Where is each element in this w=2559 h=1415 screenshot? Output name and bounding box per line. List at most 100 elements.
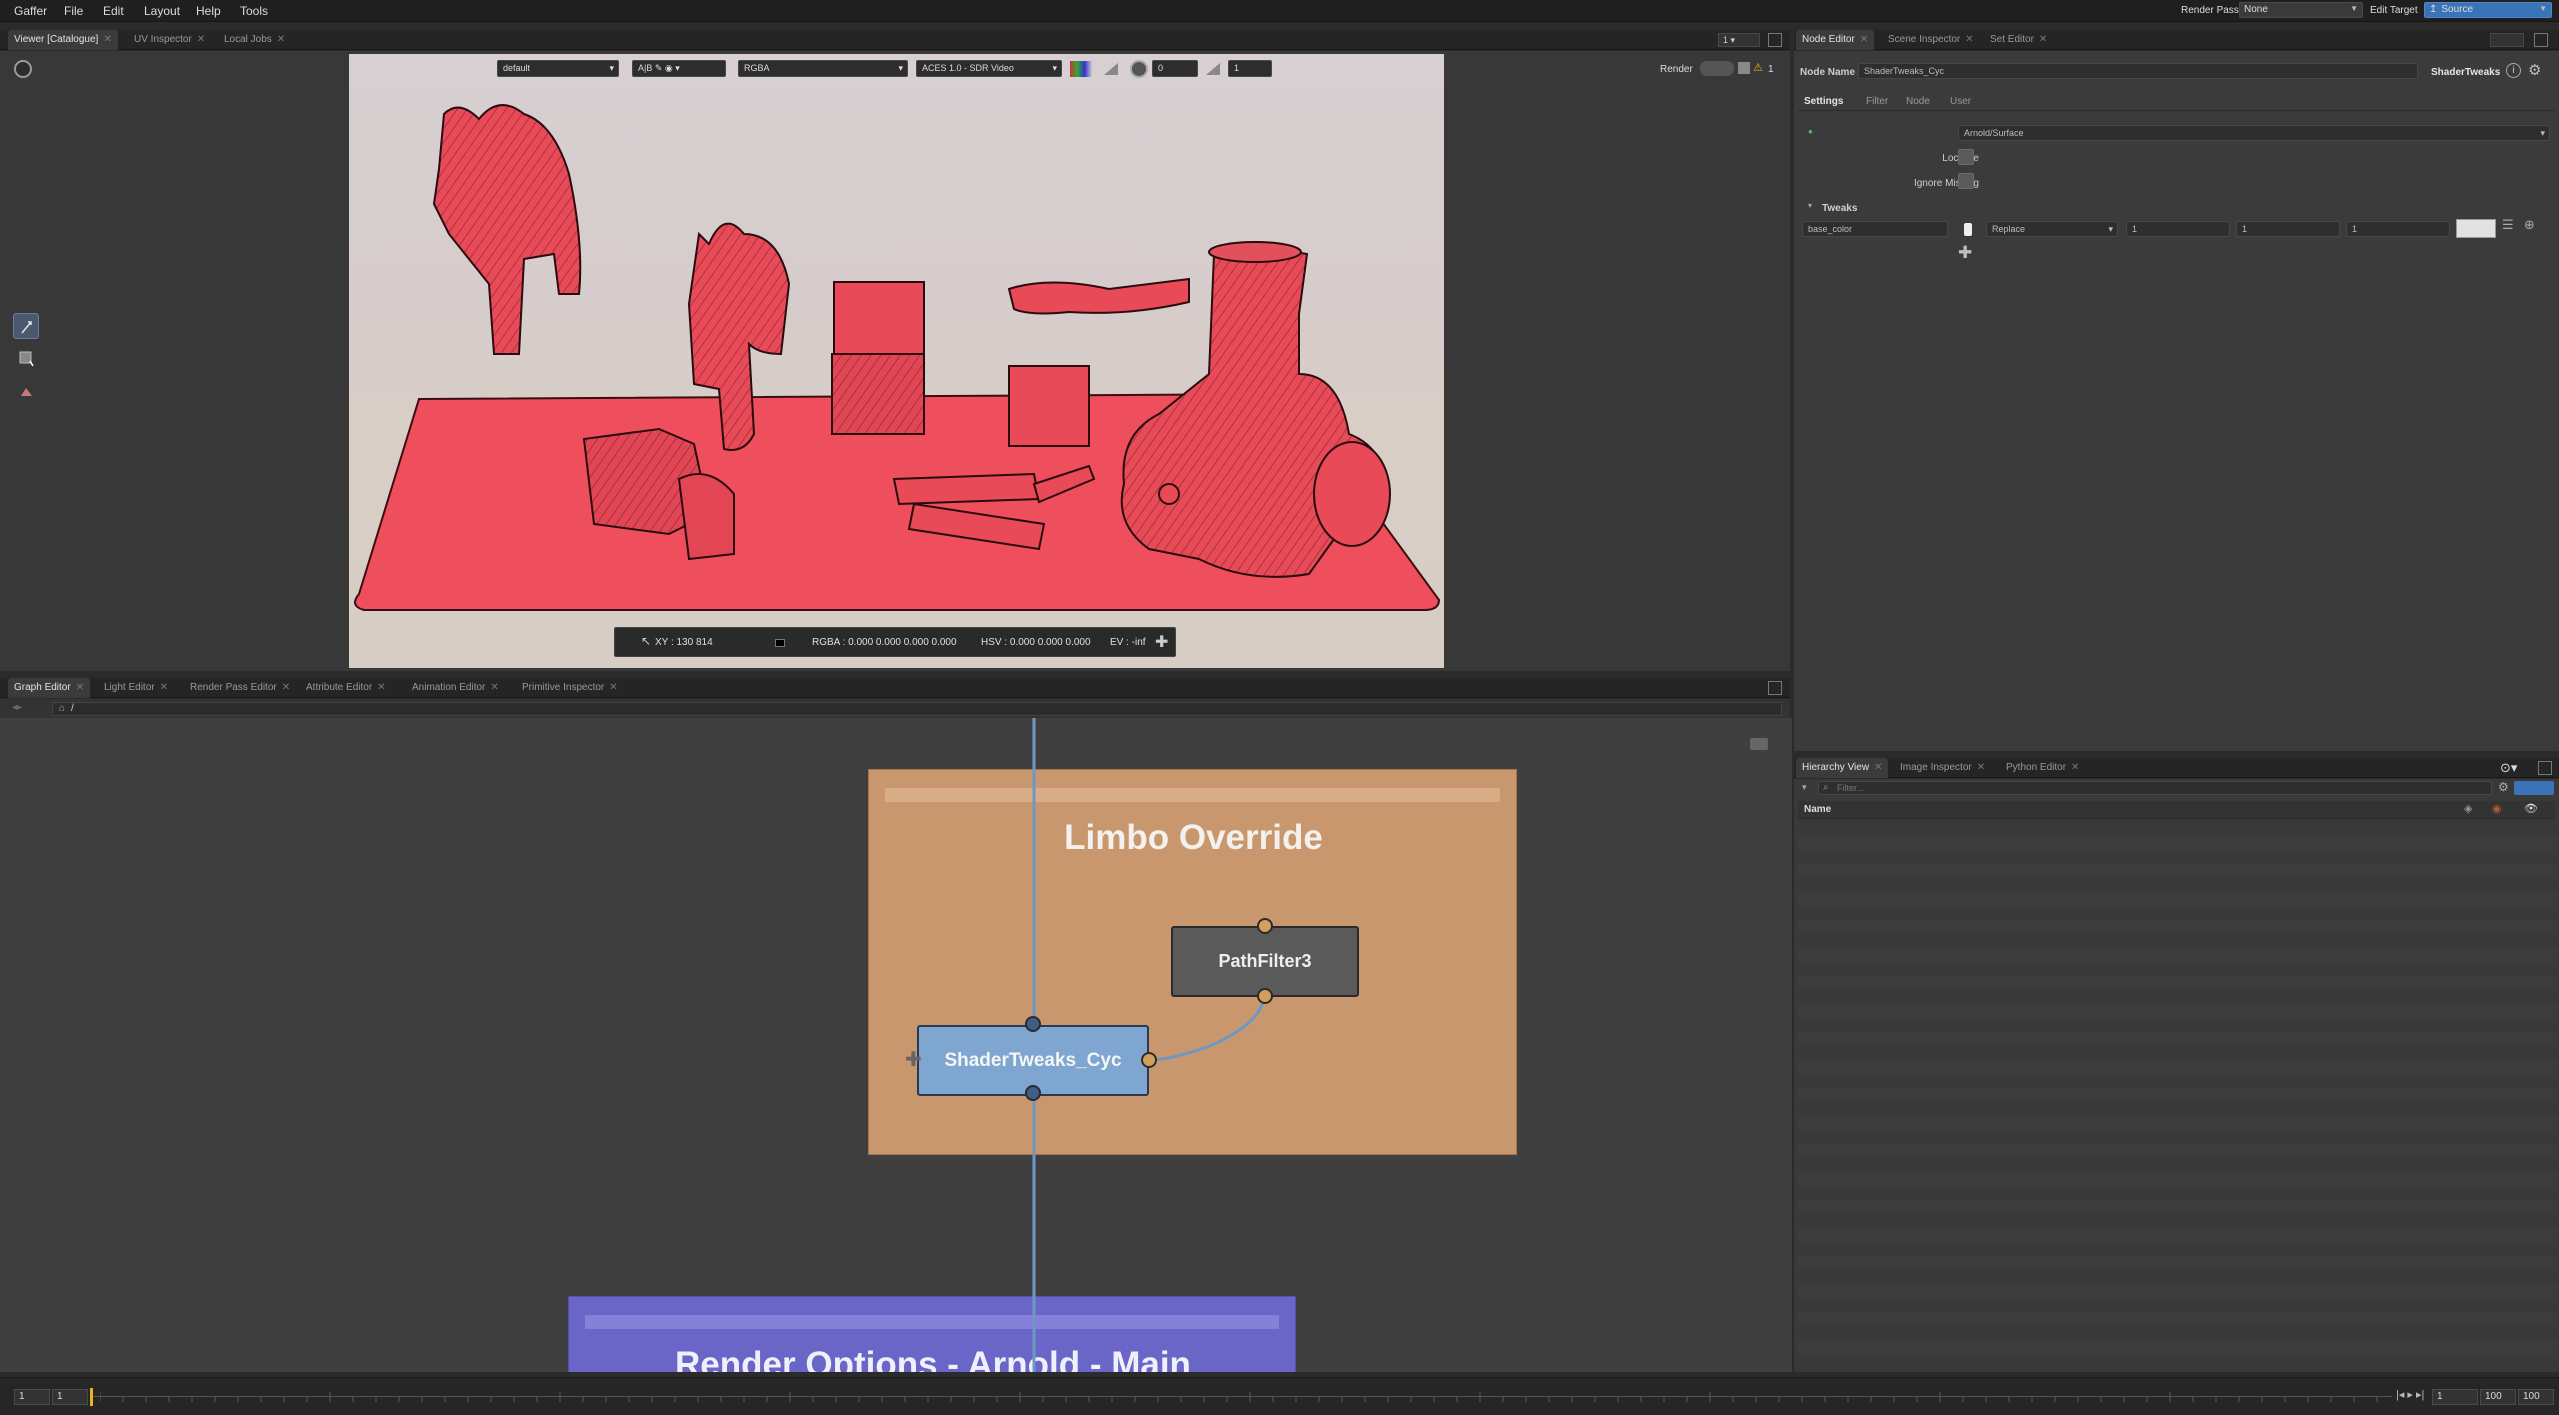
- tweak-r-field[interactable]: 1: [2126, 221, 2230, 237]
- crop-tool-button[interactable]: [13, 345, 39, 371]
- tab-local-jobs[interactable]: Local Jobs ✕: [218, 30, 291, 50]
- tab-render-pass-editor[interactable]: Render Pass Editor ✕: [184, 678, 296, 698]
- paint-tool-button[interactable]: [13, 378, 39, 404]
- tab-python-editor[interactable]: Python Editor ✕: [2000, 758, 2085, 778]
- plug-filter[interactable]: [1141, 1052, 1157, 1068]
- section-node[interactable]: Node: [1906, 96, 1930, 107]
- tweak-mode-select[interactable]: Replace ▾: [1986, 221, 2118, 237]
- home-icon[interactable]: ⌂: [59, 703, 65, 714]
- shader-field[interactable]: Arnold/Surface ▾: [1958, 125, 2550, 141]
- inspect-tools-group[interactable]: A|B ✎ ◉ ▾: [632, 60, 726, 77]
- color-swatch[interactable]: [2456, 219, 2496, 238]
- layout-grid-icon[interactable]: [2538, 761, 2552, 775]
- channels-select[interactable]: RGBA ▾: [738, 60, 908, 77]
- visibility-set-icon[interactable]: ◈: [2464, 802, 2472, 815]
- tab-primitive-inspector[interactable]: Primitive Inspector ✕: [516, 678, 624, 698]
- list-menu-icon[interactable]: ☰: [2502, 217, 2514, 233]
- plus-plug-icon[interactable]: ✚: [905, 1050, 925, 1071]
- menu-layout[interactable]: Layout: [144, 4, 180, 18]
- localise-checkbox[interactable]: [1958, 149, 1974, 165]
- column-name[interactable]: Name: [1804, 804, 1831, 815]
- layout-grid-icon[interactable]: [1768, 681, 1782, 695]
- menu-help[interactable]: Help: [196, 4, 221, 18]
- graph-canvas[interactable]: Limbo Override Render Options - Arnold -…: [0, 718, 1792, 1372]
- filter-options-icon[interactable]: ▾: [1802, 782, 1807, 793]
- gear-icon[interactable]: ⚙: [2528, 61, 2541, 79]
- node-pathfilter3[interactable]: PathFilter3: [1171, 926, 1359, 997]
- exposure-icon[interactable]: [1102, 61, 1120, 77]
- layout-grid-icon[interactable]: [1768, 33, 1782, 47]
- menu-file[interactable]: File: [64, 4, 83, 18]
- render-pass-select[interactable]: None ▼: [2239, 2, 2363, 18]
- close-icon[interactable]: ✕: [277, 34, 285, 45]
- aperture-icon[interactable]: [1130, 60, 1148, 78]
- tab-uv-inspector[interactable]: UV Inspector ✕: [128, 30, 211, 50]
- plug-out[interactable]: [1025, 1085, 1041, 1101]
- close-icon[interactable]: ✕: [1977, 762, 1985, 773]
- target-icon[interactable]: ⊕: [2524, 217, 2535, 233]
- camera-select[interactable]: default ▾: [497, 60, 619, 77]
- close-icon[interactable]: ✕: [1965, 34, 1973, 45]
- display-transform-select[interactable]: ACES 1.0 - SDR Video ▾: [916, 60, 1062, 77]
- close-icon[interactable]: ✕: [2071, 762, 2079, 773]
- tab-image-inspector[interactable]: Image Inspector ✕: [1894, 758, 1991, 778]
- tab-hierarchy-view[interactable]: Hierarchy View ✕: [1796, 758, 1889, 778]
- section-user[interactable]: User: [1950, 96, 1971, 107]
- nav-back-forward-icon[interactable]: ◂▸: [12, 702, 22, 713]
- close-icon[interactable]: ✕: [2039, 34, 2047, 45]
- pin-icon[interactable]: ⊙▾: [2500, 760, 2517, 776]
- exposure-field[interactable]: 0: [1152, 60, 1198, 77]
- add-tweak-icon[interactable]: ✚: [1958, 243, 1972, 263]
- tweak-b-field[interactable]: 1: [2346, 221, 2450, 237]
- collapse-arrow-icon[interactable]: ▾: [1808, 201, 1812, 210]
- eye-icon[interactable]: 👁: [2524, 802, 2538, 815]
- tab-viewer[interactable]: Viewer [Catalogue] ✕: [8, 30, 118, 50]
- stop-icon[interactable]: [1738, 62, 1750, 74]
- tab-light-editor[interactable]: Light Editor ✕: [98, 678, 174, 698]
- timeline-end2-field[interactable]: 100: [2518, 1389, 2554, 1405]
- close-icon[interactable]: ✕: [76, 682, 84, 693]
- timeline-current-start-field[interactable]: 1: [52, 1389, 88, 1405]
- gamma-field[interactable]: 1: [1228, 60, 1272, 77]
- view-mode-select[interactable]: 1 ▾: [1718, 33, 1760, 47]
- gamma-icon[interactable]: [1204, 61, 1222, 77]
- menu-gaffer[interactable]: Gaffer: [14, 4, 47, 18]
- tab-set-editor[interactable]: Set Editor ✕: [1984, 30, 2053, 50]
- menu-edit[interactable]: Edit: [103, 4, 124, 18]
- breadcrumb[interactable]: ⌂ /: [52, 702, 1782, 716]
- inclusion-icon[interactable]: ◉: [2492, 802, 2502, 815]
- tweak-enable-toggle[interactable]: [1964, 223, 1972, 236]
- info-icon[interactable]: i: [2506, 63, 2521, 78]
- close-icon[interactable]: ✕: [103, 34, 111, 45]
- clipping-icon[interactable]: [1070, 61, 1092, 77]
- timeline-start-field[interactable]: 1: [14, 1389, 50, 1405]
- section-settings[interactable]: Settings: [1804, 96, 1843, 107]
- ignore-missing-checkbox[interactable]: [1958, 173, 1974, 189]
- tab-graph-editor[interactable]: Graph Editor ✕: [8, 678, 91, 698]
- close-icon[interactable]: ✕: [609, 682, 617, 693]
- close-icon[interactable]: ✕: [377, 682, 385, 693]
- close-icon[interactable]: ✕: [490, 682, 498, 693]
- pin-select[interactable]: [2490, 33, 2524, 47]
- close-icon[interactable]: ✕: [160, 682, 168, 693]
- playhead[interactable]: [90, 1388, 93, 1406]
- close-icon[interactable]: ✕: [197, 34, 205, 45]
- playback-controls-icon[interactable]: |◂ ▸ ▸|: [2396, 1388, 2424, 1401]
- tweak-g-field[interactable]: 1: [2236, 221, 2340, 237]
- plug-output[interactable]: [1257, 988, 1273, 1004]
- plus-icon[interactable]: ✚: [1155, 632, 1168, 652]
- close-icon[interactable]: ✕: [1874, 762, 1882, 773]
- close-icon[interactable]: ✕: [1860, 34, 1868, 45]
- render-toggle[interactable]: [1700, 61, 1734, 76]
- plug-input[interactable]: [1257, 918, 1273, 934]
- plug-in[interactable]: [1025, 1016, 1041, 1032]
- section-filter[interactable]: Filter: [1866, 96, 1888, 107]
- warning-icon[interactable]: ⚠: [1753, 61, 1763, 74]
- select-tool-button[interactable]: [13, 313, 39, 339]
- filter-input[interactable]: ⌕ Filter...: [1818, 781, 2492, 795]
- tab-animation-editor[interactable]: Animation Editor ✕: [406, 678, 505, 698]
- menu-tools[interactable]: Tools: [240, 4, 268, 18]
- edit-target-select[interactable]: ↥ Source ▼: [2424, 2, 2552, 18]
- record-icon[interactable]: [14, 60, 32, 78]
- viewport-image[interactable]: [349, 54, 1444, 668]
